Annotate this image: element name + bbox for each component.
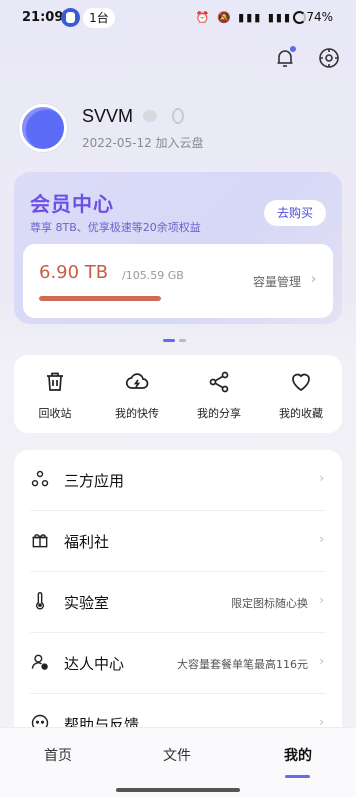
settings-icon[interactable] (317, 46, 341, 70)
chevron-right-icon: › (319, 471, 324, 485)
avatar[interactable] (19, 104, 67, 152)
quick-action-favorites[interactable]: 我的收藏 (260, 355, 342, 433)
quick-action-transfer[interactable]: 我的快传 (96, 355, 178, 433)
menu-item-third-party-apps[interactable]: 三方应用 › (14, 450, 342, 511)
storage-card[interactable]: 6.90 TB /105.59 GB 容量管理 › (23, 244, 333, 318)
status-time: 21:09 (22, 10, 64, 25)
join-date: 2022-05-12 加入云盘 (82, 136, 204, 150)
menu-item-hint: 大容量套餐单笔最高116元 (177, 658, 308, 671)
buy-button[interactable]: 去购买 (264, 200, 326, 226)
chevron-right-icon: › (311, 272, 317, 287)
pager-dot-active (163, 339, 175, 342)
home-indicator[interactable] (116, 788, 240, 792)
vip-title: 会员中心 (30, 192, 114, 216)
chevron-right-icon: › (319, 654, 324, 668)
storage-total: /105.59 GB (122, 269, 184, 282)
thermometer-icon (36, 592, 44, 610)
gift-icon (32, 534, 48, 548)
menu-list: 三方应用 › 福利社 › 实验室 限定图标随心换 › 达人中心 大容量套餐单笔最… (14, 450, 342, 750)
device-count: 1台 (83, 8, 115, 28)
medal-badge-icon[interactable] (172, 108, 184, 124)
username: SVVM (82, 106, 134, 126)
expert-user-icon (31, 654, 48, 670)
quick-actions: 回收站 我的快传 我的分享 我的收藏 (14, 355, 342, 433)
notification-dot (290, 46, 296, 52)
share-icon (209, 371, 229, 393)
storage-usage-fill (39, 296, 161, 301)
bottom-tab-bar: 首页 文件 我的 (0, 727, 356, 797)
menu-item-label: 福利社 (64, 533, 110, 551)
menu-item-lab[interactable]: 实验室 限定图标随心换 › (14, 572, 342, 633)
menu-item-label: 实验室 (64, 594, 110, 612)
menu-item-label: 三方应用 (64, 472, 125, 490)
profile-section[interactable]: SVVM 2022-05-12 加入云盘 (0, 100, 356, 160)
menu-item-label: 达人中心 (64, 655, 125, 673)
chevron-right-icon: › (319, 593, 324, 607)
tab-me[interactable]: 我的 (284, 745, 312, 765)
cloud-transfer-icon (125, 373, 149, 389)
chevron-right-icon: › (319, 532, 324, 546)
vip-subtitle: 尊享 8TB、优享极速等20余项权益 (30, 221, 201, 234)
vip-card[interactable]: 会员中心 尊享 8TB、优享极速等20余项权益 去购买 6.90 TB /105… (14, 172, 342, 324)
level-badge-icon[interactable] (143, 110, 157, 122)
menu-item-hint: 限定图标随心换 (231, 597, 308, 610)
bell-icon[interactable] (273, 46, 297, 70)
tab-active-indicator (285, 775, 310, 778)
quick-action-label: 我的快传 (115, 407, 159, 420)
capacity-management-link[interactable]: 容量管理 (253, 273, 301, 290)
trash-icon (47, 372, 63, 391)
apps-icon (31, 470, 49, 487)
battery-icon (293, 11, 306, 24)
pager-dot (179, 339, 186, 342)
battery-level: 74% (306, 10, 333, 24)
quick-action-recycle-bin[interactable]: 回收站 (14, 355, 96, 433)
tab-home[interactable]: 首页 (44, 745, 72, 765)
app-notification-icon (61, 8, 80, 27)
status-icons: ⏰ 🔕 ▮▮▮ ▮▮▮ (195, 11, 292, 24)
heart-icon (292, 373, 310, 392)
quick-action-label: 我的分享 (197, 407, 241, 420)
menu-item-expert-center[interactable]: 达人中心 大容量套餐单笔最高116元 › (14, 633, 342, 694)
quick-action-share[interactable]: 我的分享 (178, 355, 260, 433)
tab-files[interactable]: 文件 (163, 745, 191, 765)
quick-action-label: 回收站 (38, 407, 72, 420)
storage-usage-bar (39, 296, 161, 301)
menu-item-welfare[interactable]: 福利社 › (14, 511, 342, 572)
storage-used: 6.90 TB (39, 262, 109, 283)
status-bar: 21:09 1台 ⏰ 🔕 ▮▮▮ ▮▮▮ 74% (0, 0, 356, 36)
quick-action-label: 我的收藏 (279, 407, 323, 420)
